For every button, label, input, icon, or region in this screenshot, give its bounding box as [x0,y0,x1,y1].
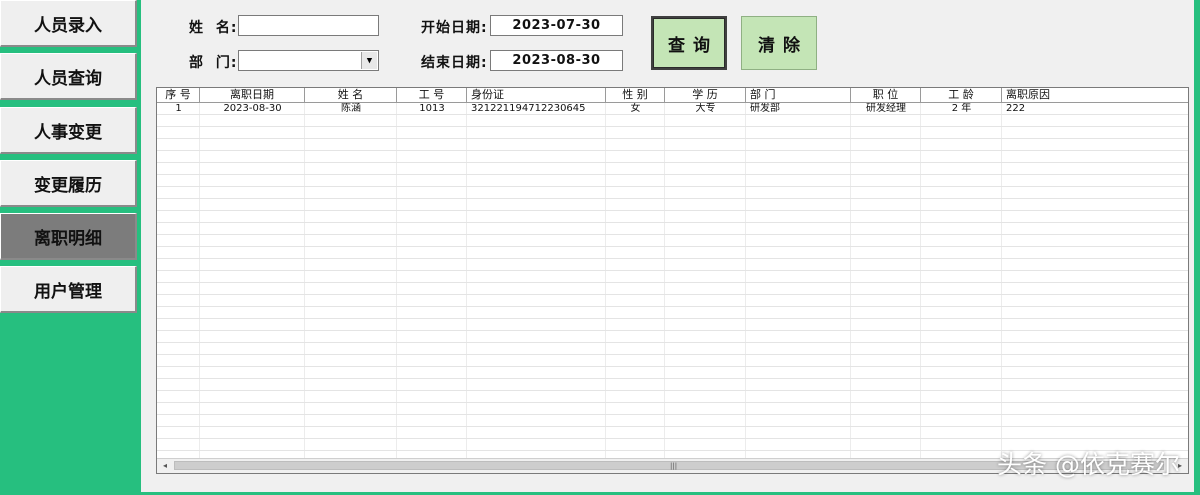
chevron-down-icon[interactable]: ▼ [361,52,377,69]
header-emp-no[interactable]: 工 号 [397,88,467,102]
department-select[interactable]: ▼ [238,50,379,71]
nav-button-change-history[interactable]: 变更履历 [0,160,137,207]
cell-position: 研发经理 [866,103,906,114]
watermark: 头条 @依克赛尔 [997,450,1180,479]
header-reason[interactable]: 离职原因 [1002,88,1188,102]
clear-button[interactable]: 清除 [741,16,817,70]
cell-emp-no: 1013 [419,103,445,114]
cell-reason: 222 [1006,103,1026,114]
table-header: 序 号 离职日期 姓 名 工 号 身份证 性 别 学 历 部 门 职 位 工 龄… [157,88,1188,103]
nav-button-personnel-query[interactable]: 人员查询 [0,53,137,100]
cell-seq: 1 [175,103,182,114]
header-name[interactable]: 姓 名 [305,88,397,102]
nav-button-personnel-change[interactable]: 人事变更 [0,107,137,154]
department-label: 部 门: [189,55,238,71]
sidebar: 人员录入 人员查询 人事变更 变更履历 离职明细 用户管理 [0,0,141,495]
nav-button-user-management[interactable]: 用户管理 [0,266,137,313]
start-date-input[interactable]: 2023-07-30 [490,15,623,36]
query-button[interactable]: 查询 [651,16,727,70]
cell-seniority: 2 年 [951,103,972,114]
header-seq[interactable]: 序 号 [157,88,200,102]
header-id-card[interactable]: 身份证 [467,88,606,102]
grip-icon: ||| [670,462,678,470]
start-date-label: 开始日期: [421,20,488,36]
header-education[interactable]: 学 历 [665,88,746,102]
table-row[interactable]: 1 2023-08-30 陈涵 1013 321221194712230645 … [157,103,1188,115]
cell-id-card: 321221194712230645 [471,103,586,114]
cell-name: 陈涵 [341,103,361,114]
cell-gender: 女 [630,103,641,114]
header-gender[interactable]: 性 别 [606,88,665,102]
cell-department: 研发部 [750,103,780,114]
end-date-input[interactable]: 2023-08-30 [490,50,623,71]
header-department[interactable]: 部 门 [746,88,851,102]
name-input[interactable] [238,15,379,36]
scroll-left-icon[interactable]: ◂ [158,459,172,473]
header-seniority[interactable]: 工 龄 [921,88,1002,102]
end-date-label: 结束日期: [421,55,488,71]
resignation-table[interactable]: 序 号 离职日期 姓 名 工 号 身份证 性 别 学 历 部 门 职 位 工 龄… [156,87,1189,474]
header-resign-date[interactable]: 离职日期 [200,88,305,102]
table-body: 1 2023-08-30 陈涵 1013 321221194712230645 … [157,103,1188,453]
name-label: 姓 名: [189,20,238,36]
header-position[interactable]: 职 位 [851,88,921,102]
nav-button-resignation-details[interactable]: 离职明细 [0,213,137,260]
nav-button-personnel-entry[interactable]: 人员录入 [0,0,137,47]
cell-resign-date: 2023-08-30 [223,103,282,114]
cell-education: 大专 [695,103,716,114]
